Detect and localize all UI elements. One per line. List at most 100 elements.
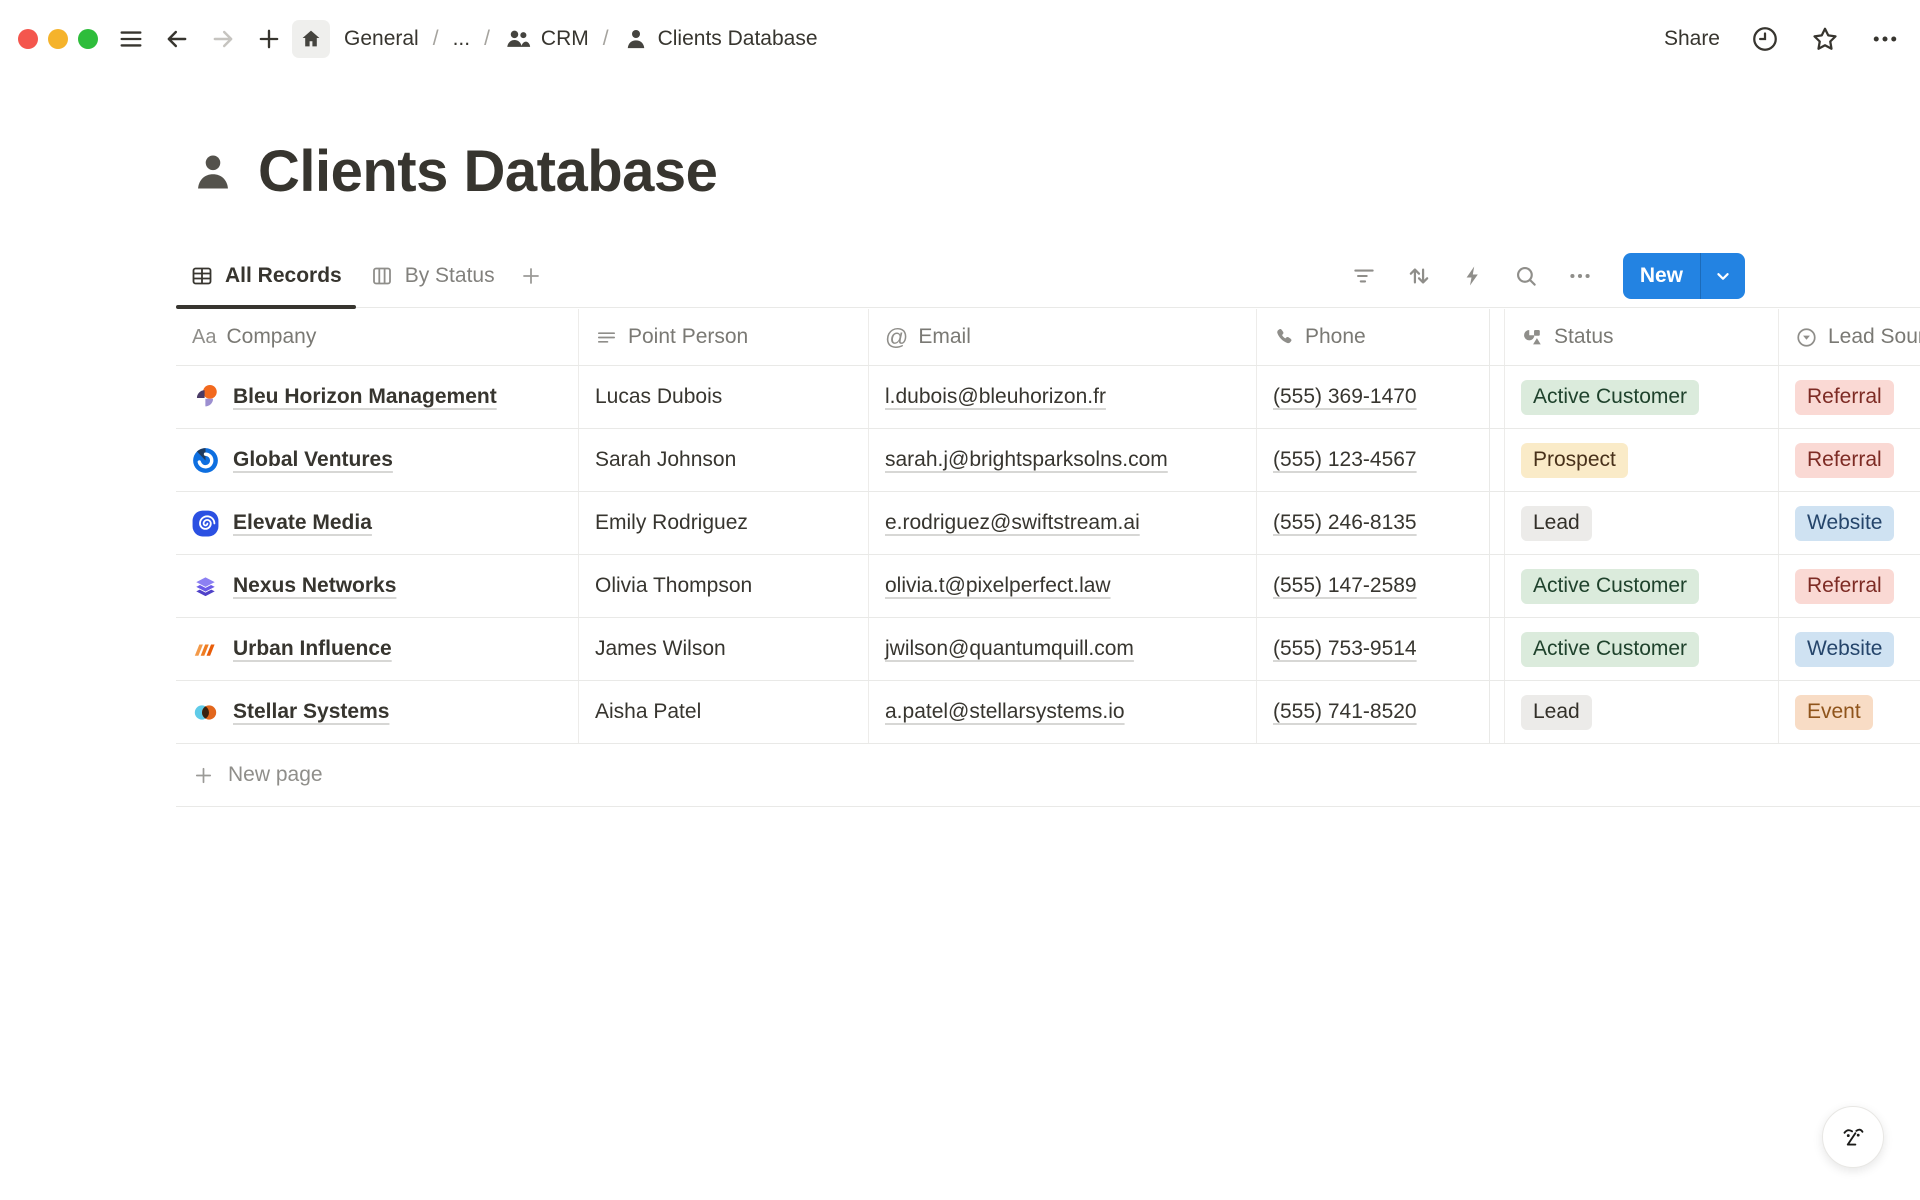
home-icon[interactable] (292, 20, 330, 58)
tab-by-status[interactable]: By Status (356, 245, 509, 307)
email-cell[interactable]: jwilson@quantumquill.com (868, 618, 1256, 680)
company-cell[interactable]: Stellar Systems (176, 681, 578, 743)
new-tab-plus-icon[interactable] (252, 22, 286, 56)
favorite-star-icon[interactable] (1810, 24, 1840, 54)
close-window-button[interactable] (18, 29, 38, 49)
phone: (555) 246-8135 (1273, 511, 1417, 535)
phone-icon (1273, 326, 1295, 348)
point-person-cell[interactable]: James Wilson (578, 618, 868, 680)
email-cell[interactable]: e.rodriguez@swiftstream.ai (868, 492, 1256, 554)
phone-cell[interactable]: (555) 741-8520 (1256, 681, 1504, 743)
new-record-dropdown[interactable] (1700, 253, 1745, 299)
company-cell[interactable]: Global Ventures (176, 429, 578, 491)
phone-cell[interactable]: (555) 246-8135 (1256, 492, 1504, 554)
zoom-window-button[interactable] (78, 29, 98, 49)
email-cell[interactable]: sarah.j@brightsparksolns.com (868, 429, 1256, 491)
breadcrumb-separator: / (484, 27, 490, 51)
status-cell[interactable]: Lead (1504, 492, 1778, 554)
chevron-down-icon (1712, 265, 1734, 287)
company-cell[interactable]: Urban Influence (176, 618, 578, 680)
point-person-cell[interactable]: Aisha Patel (578, 681, 868, 743)
lead-source-cell[interactable]: Referral (1778, 366, 1920, 428)
status-cell[interactable]: Active Customer (1504, 366, 1778, 428)
breadcrumb: General / ... / CRM / Clients Database (292, 20, 822, 58)
point-person: James Wilson (595, 637, 726, 661)
phone-cell[interactable]: (555) 123-4567 (1256, 429, 1504, 491)
lead-source-badge: Referral (1795, 569, 1894, 604)
company-cell[interactable]: Elevate Media (176, 492, 578, 554)
new-page-row[interactable]: New page (176, 744, 1920, 807)
phone-cell[interactable]: (555) 753-9514 (1256, 618, 1504, 680)
lead-source-cell[interactable]: Website (1778, 618, 1920, 680)
breadcrumb-item-general[interactable]: General (340, 25, 423, 53)
add-view-icon[interactable] (509, 264, 553, 288)
share-button[interactable]: Share (1664, 27, 1720, 51)
back-icon[interactable] (160, 22, 194, 56)
company-cell[interactable]: Nexus Networks (176, 555, 578, 617)
frozen-column-divider (1489, 309, 1490, 744)
breadcrumb-label: Clients Database (658, 27, 818, 51)
nav-controls (114, 22, 286, 56)
ai-face-icon (1836, 1120, 1870, 1154)
status-cell[interactable]: Lead (1504, 681, 1778, 743)
status-cell[interactable]: Active Customer (1504, 618, 1778, 680)
table-header-row: Aa Company Point Person @ Email Phone St… (176, 309, 1920, 366)
updates-clock-icon[interactable] (1750, 24, 1780, 54)
lead-source-cell[interactable]: Referral (1778, 555, 1920, 617)
company-name: Urban Influence (233, 637, 392, 661)
company-cell[interactable]: Bleu Horizon Management (176, 366, 578, 428)
email-cell[interactable]: a.patel@stellarsystems.io (868, 681, 1256, 743)
breadcrumb-label: CRM (541, 27, 589, 51)
page-person-icon[interactable] (190, 149, 236, 195)
select-circle-icon (1795, 326, 1818, 349)
lead-source-cell[interactable]: Website (1778, 492, 1920, 554)
breadcrumb-item-ellipsis[interactable]: ... (449, 25, 475, 53)
table-row: Urban Influence James Wilson jwilson@qua… (176, 618, 1920, 681)
records-table: Aa Company Point Person @ Email Phone St… (176, 309, 1920, 807)
status-cell[interactable]: Prospect (1504, 429, 1778, 491)
email: olivia.t@pixelperfect.law (885, 574, 1111, 598)
column-header-lead-source[interactable]: Lead Source (1778, 309, 1920, 365)
view-options-icon[interactable] (1567, 263, 1593, 289)
new-record-button[interactable]: New (1623, 253, 1745, 299)
column-header-email[interactable]: @ Email (868, 309, 1256, 365)
sidebar-menu-icon[interactable] (114, 22, 148, 56)
lead-source-badge: Website (1795, 506, 1894, 541)
email: sarah.j@brightsparksolns.com (885, 448, 1168, 472)
page-title[interactable]: Clients Database (258, 138, 717, 205)
email-cell[interactable]: olivia.t@pixelperfect.law (868, 555, 1256, 617)
point-person: Olivia Thompson (595, 574, 752, 598)
lead-source-cell[interactable]: Event (1778, 681, 1920, 743)
status-cell[interactable]: Active Customer (1504, 555, 1778, 617)
column-label: Company (226, 325, 316, 349)
lead-source-cell[interactable]: Referral (1778, 429, 1920, 491)
breadcrumb-item-crm[interactable]: CRM (500, 23, 593, 55)
phone: (555) 741-8520 (1273, 700, 1417, 724)
phone-cell[interactable]: (555) 369-1470 (1256, 366, 1504, 428)
notion-ai-button[interactable] (1822, 1106, 1884, 1168)
minimize-window-button[interactable] (48, 29, 68, 49)
person-icon (623, 26, 649, 52)
point-person-cell[interactable]: Sarah Johnson (578, 429, 868, 491)
breadcrumb-item-clients-database[interactable]: Clients Database (619, 24, 822, 54)
point-person-cell[interactable]: Emily Rodriguez (578, 492, 868, 554)
point-person-cell[interactable]: Olivia Thompson (578, 555, 868, 617)
column-header-phone[interactable]: Phone (1256, 309, 1504, 365)
phone-cell[interactable]: (555) 147-2589 (1256, 555, 1504, 617)
automation-lightning-icon[interactable] (1461, 264, 1485, 288)
phone: (555) 147-2589 (1273, 574, 1417, 598)
search-icon[interactable] (1513, 263, 1539, 289)
tab-all-records[interactable]: All Records (176, 245, 356, 307)
email: l.dubois@bleuhorizon.fr (885, 385, 1106, 409)
email-cell[interactable]: l.dubois@bleuhorizon.fr (868, 366, 1256, 428)
filter-icon[interactable] (1351, 263, 1377, 289)
column-header-status[interactable]: Status (1504, 309, 1778, 365)
forward-icon[interactable] (206, 22, 240, 56)
more-options-icon[interactable] (1870, 24, 1900, 54)
column-header-company[interactable]: Aa Company (176, 309, 578, 365)
sort-icon[interactable] (1405, 262, 1433, 290)
point-person-cell[interactable]: Lucas Dubois (578, 366, 868, 428)
plus-icon (192, 764, 215, 787)
table-row: Bleu Horizon Management Lucas Dubois l.d… (176, 366, 1920, 429)
column-header-point-person[interactable]: Point Person (578, 309, 868, 365)
